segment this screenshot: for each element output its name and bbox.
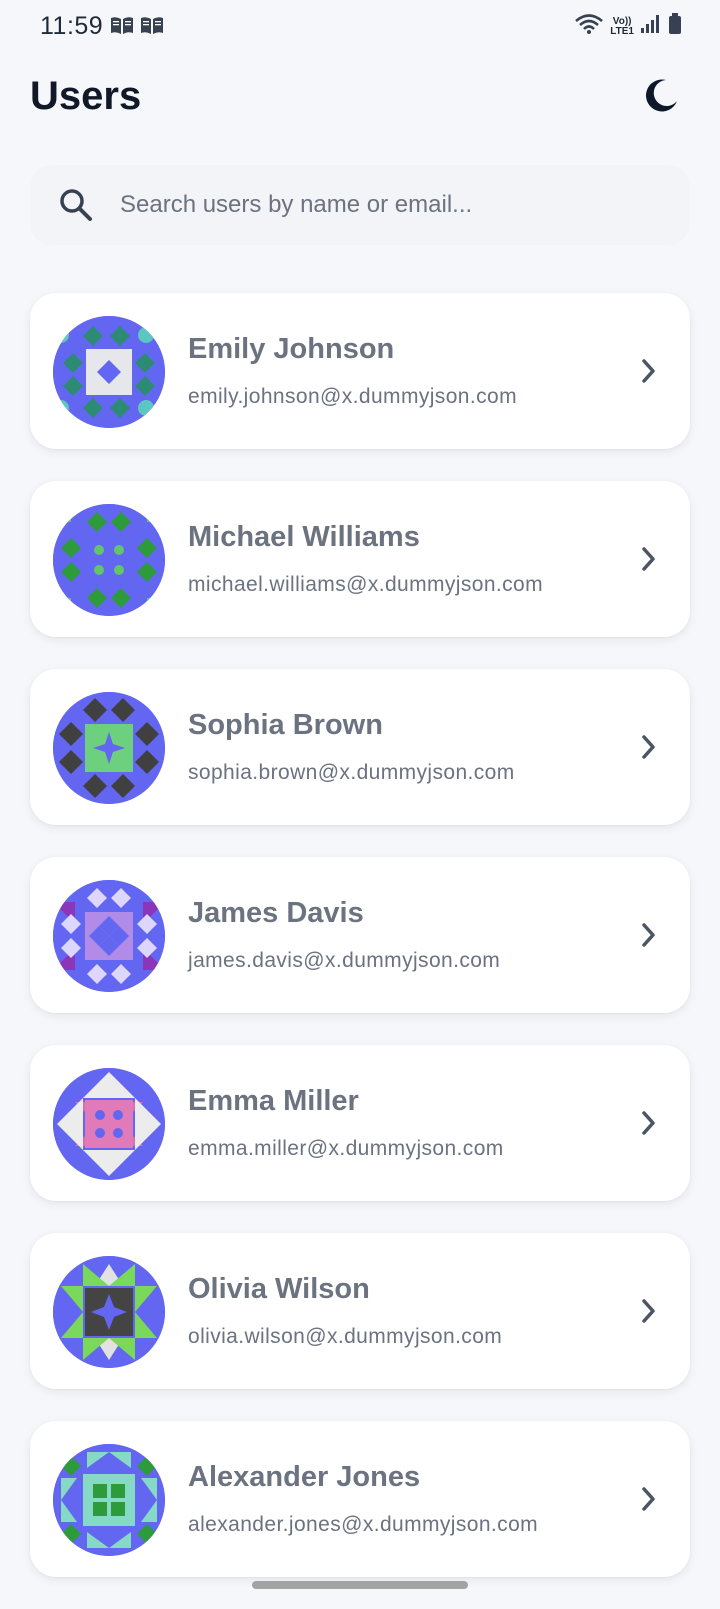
volte-bottom-label: LTE1 xyxy=(610,25,634,37)
avatar xyxy=(53,1444,165,1556)
chevron-right-icon xyxy=(636,1109,660,1137)
book-icon xyxy=(140,16,164,36)
wifi-icon xyxy=(574,12,604,41)
app-bar: Users xyxy=(0,60,720,140)
battery-icon xyxy=(668,13,682,40)
search-bar[interactable] xyxy=(30,165,690,245)
avatar xyxy=(53,692,165,804)
user-name: Emma Miller xyxy=(188,1085,359,1117)
chevron-right-icon xyxy=(636,1485,660,1513)
chevron-right-icon xyxy=(636,921,660,949)
user-name: Michael Williams xyxy=(188,521,420,553)
user-card[interactable]: Michael Williams michael.williams@x.dumm… xyxy=(30,481,690,637)
user-name: Sophia Brown xyxy=(188,709,383,741)
user-email: james.davis@x.dummyjson.com xyxy=(188,949,501,972)
book-icon xyxy=(110,16,134,36)
page-title: Users xyxy=(30,74,142,118)
home-indicator[interactable] xyxy=(252,1581,468,1589)
theme-toggle-button[interactable] xyxy=(642,77,682,117)
chevron-right-icon xyxy=(636,733,660,761)
status-time: 11:59 xyxy=(40,12,104,40)
avatar xyxy=(53,1068,165,1180)
user-email: olivia.wilson@x.dummyjson.com xyxy=(188,1325,503,1348)
user-card[interactable]: Alexander Jones alexander.jones@x.dummyj… xyxy=(30,1421,690,1577)
user-name: Olivia Wilson xyxy=(188,1273,370,1305)
notification-icons xyxy=(110,16,164,36)
avatar xyxy=(53,880,165,992)
identicon-image xyxy=(53,316,165,428)
user-email: emily.johnson@x.dummyjson.com xyxy=(188,385,517,408)
user-name: Alexander Jones xyxy=(188,1461,421,1493)
avatar xyxy=(53,316,165,428)
identicon-image xyxy=(53,504,165,616)
user-card[interactable]: James Davis james.davis@x.dummyjson.com xyxy=(30,857,690,1013)
user-card[interactable]: Emily Johnson emily.johnson@x.dummyjson.… xyxy=(30,293,690,449)
user-card[interactable]: Olivia Wilson olivia.wilson@x.dummyjson.… xyxy=(30,1233,690,1389)
chevron-right-icon xyxy=(636,1297,660,1325)
identicon-image xyxy=(53,1068,165,1180)
user-card[interactable]: Sophia Brown sophia.brown@x.dummyjson.co… xyxy=(30,669,690,825)
chevron-right-icon xyxy=(636,545,660,573)
chevron-right-icon xyxy=(636,357,660,385)
avatar xyxy=(53,1256,165,1368)
identicon-image xyxy=(53,1444,165,1556)
identicon-image xyxy=(53,1256,165,1368)
status-bar: 11:59 Vo)) LTE1 xyxy=(0,0,720,52)
search-icon xyxy=(56,185,96,225)
user-card[interactable]: Emma Miller emma.miller@x.dummyjson.com xyxy=(30,1045,690,1201)
signal-icon xyxy=(640,14,662,39)
status-right: Vo)) LTE1 xyxy=(574,12,682,41)
identicon-image xyxy=(53,692,165,804)
user-email: emma.miller@x.dummyjson.com xyxy=(188,1137,504,1160)
user-email: sophia.brown@x.dummyjson.com xyxy=(188,761,515,784)
user-name: Emily Johnson xyxy=(188,333,395,365)
user-list: Emily Johnson emily.johnson@x.dummyjson.… xyxy=(30,293,690,1609)
user-email: alexander.jones@x.dummyjson.com xyxy=(188,1513,539,1536)
search-input[interactable] xyxy=(118,190,642,220)
identicon-image xyxy=(53,880,165,992)
user-email: michael.williams@x.dummyjson.com xyxy=(188,573,544,596)
avatar xyxy=(53,504,165,616)
user-name: James Davis xyxy=(188,897,364,929)
moon-icon xyxy=(644,77,680,118)
volte-icon: Vo)) LTE1 xyxy=(610,16,634,37)
